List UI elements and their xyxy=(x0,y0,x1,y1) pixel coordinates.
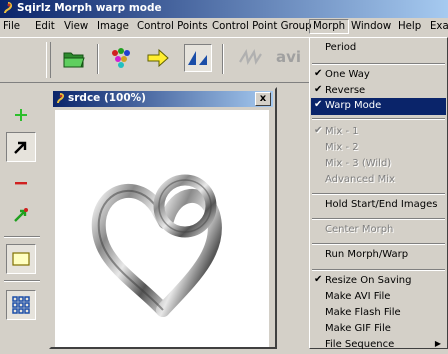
wave-button[interactable] xyxy=(236,44,264,72)
menu-item-label: Resize On Saving xyxy=(325,275,412,286)
menu-item-label: Make AVI File xyxy=(325,291,391,302)
menu-edit[interactable]: Edit xyxy=(35,21,55,32)
close-button[interactable]: x xyxy=(255,92,271,106)
menu-separator xyxy=(312,269,445,271)
check-icon: ✔ xyxy=(314,99,323,110)
heart-image xyxy=(91,174,222,317)
menu-bar: File Edit View Image Control Points Cont… xyxy=(0,18,448,38)
menu-item-label: Period xyxy=(325,42,357,53)
menu-separator xyxy=(312,243,445,245)
menu-view[interactable]: View xyxy=(64,21,88,32)
menu-item-make-gif[interactable]: Make GIF File xyxy=(311,321,446,338)
menu-item-run-morph[interactable]: Run Morph/Warp xyxy=(311,247,446,264)
color-dots-icon xyxy=(112,48,130,68)
menu-item-mix-1: ✔ Mix - 1 xyxy=(311,124,446,141)
morph-menu: Period ✔ One Way ✔ Reverse ✔ Warp Mode ✔ Mix… xyxy=(309,37,448,350)
menu-item-label: Run Morph/Warp xyxy=(325,249,409,260)
rectangle-select-icon xyxy=(12,252,30,266)
menu-item-warp-mode[interactable]: ✔ Warp Mode xyxy=(311,98,446,115)
check-icon: ✔ xyxy=(314,274,323,285)
menu-separator xyxy=(312,118,445,120)
tool-palette xyxy=(0,84,44,349)
move-point-button[interactable] xyxy=(6,200,36,230)
menu-item-resize-on-saving[interactable]: ✔ Resize On Saving xyxy=(311,273,446,290)
menu-item-label: Mix - 1 xyxy=(325,126,359,137)
grid-button[interactable] xyxy=(6,290,36,320)
arrow-right-icon xyxy=(147,48,169,68)
toolbar-grip[interactable] xyxy=(46,42,51,78)
menu-item-label: Hold Start/End Images xyxy=(325,199,438,210)
menu-item-label: Mix - 2 xyxy=(325,142,359,153)
menu-item-label: Make GIF File xyxy=(325,323,391,334)
image-window-titlebar[interactable]: srdce (100%) x xyxy=(53,91,273,107)
toolbar-separator xyxy=(222,44,224,74)
menu-file[interactable]: File xyxy=(3,21,20,32)
next-button[interactable] xyxy=(144,44,172,72)
menu-help[interactable]: Help xyxy=(398,21,421,32)
menu-item-center-morph: Center Morph xyxy=(311,222,446,239)
submenu-arrow-icon: ▶ xyxy=(434,339,441,348)
color-points-button[interactable] xyxy=(107,44,135,72)
menu-item-label: Advanced Mix xyxy=(325,174,395,185)
menu-window[interactable]: Window xyxy=(351,21,391,32)
menu-item-label: Warp Mode xyxy=(325,100,382,111)
menu-separator xyxy=(312,63,445,65)
menu-separator xyxy=(312,193,445,195)
menu-item-label: File Sequence xyxy=(325,339,395,350)
menu-item-advanced-mix: Advanced Mix xyxy=(311,172,446,189)
menu-control-points[interactable]: Control Points xyxy=(137,21,208,32)
menu-morph[interactable]: Morph xyxy=(309,19,350,34)
open-folder-icon xyxy=(63,52,85,68)
window-title: Sqirlz Morph warp mode xyxy=(17,2,162,14)
check-icon: ✔ xyxy=(314,68,323,79)
document-icon xyxy=(57,93,65,104)
menu-item-mix-3: Mix - 3 (Wild) xyxy=(311,156,446,173)
menu-item-period[interactable]: Period xyxy=(311,40,446,57)
close-icon: x xyxy=(259,93,267,104)
image-window[interactable]: srdce (100%) x xyxy=(49,87,277,349)
menu-control-point-group[interactable]: Control Point Group xyxy=(212,21,312,32)
grid-icon xyxy=(12,296,30,314)
menu-item-hold-start-end[interactable]: Hold Start/End Images xyxy=(311,197,446,214)
add-point-button[interactable] xyxy=(6,100,36,130)
menu-examples[interactable]: Exa xyxy=(430,21,448,32)
menu-item-one-way[interactable]: ✔ One Way xyxy=(311,67,446,84)
image-canvas[interactable] xyxy=(55,110,269,347)
select-arrow-button[interactable] xyxy=(6,132,36,162)
menu-item-make-flash[interactable]: Make Flash File xyxy=(311,305,446,322)
warp-mode-button[interactable] xyxy=(184,44,212,72)
menu-item-label: Reverse xyxy=(325,85,366,96)
rectangle-select-button[interactable] xyxy=(6,244,36,274)
menu-image[interactable]: Image xyxy=(97,21,129,32)
check-icon: ✔ xyxy=(314,84,323,95)
palette-separator xyxy=(4,280,40,282)
add-point-icon xyxy=(15,109,27,121)
menu-item-label: Center Morph xyxy=(325,224,394,235)
app-icon xyxy=(4,2,13,14)
remove-point-button[interactable] xyxy=(6,168,36,198)
remove-point-icon xyxy=(15,182,27,185)
check-icon: ✔ xyxy=(314,125,323,136)
menu-item-label: Mix - 3 (Wild) xyxy=(325,158,392,169)
toolbar-separator xyxy=(97,44,99,74)
open-button[interactable] xyxy=(60,44,88,72)
wave-icon xyxy=(239,48,262,66)
move-point-icon xyxy=(14,208,28,222)
menu-item-label: Make Flash File xyxy=(325,307,401,318)
menu-separator xyxy=(312,218,445,220)
menu-item-mix-2: Mix - 2 xyxy=(311,140,446,157)
menu-item-make-avi[interactable]: Make AVI File xyxy=(311,289,446,306)
select-arrow-icon xyxy=(14,141,27,154)
title-bar: Sqirlz Morph warp mode xyxy=(0,0,448,18)
menu-item-file-sequence[interactable]: File Sequence ▶ xyxy=(311,337,446,354)
image-window-title: srdce (100%) xyxy=(68,92,146,104)
warp-mode-icon xyxy=(188,51,207,65)
palette-separator xyxy=(4,236,40,238)
avi-button[interactable]: avi xyxy=(276,48,301,66)
menu-item-label: One Way xyxy=(325,69,370,80)
